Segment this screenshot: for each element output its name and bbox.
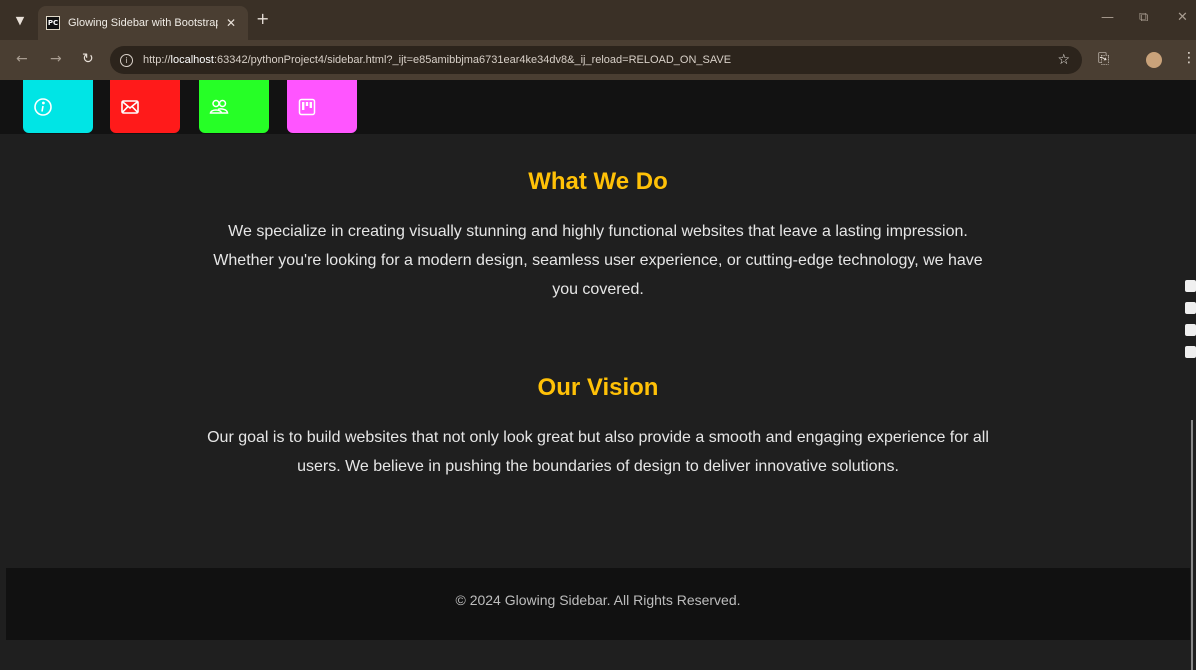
site-info-icon[interactable]: i <box>120 53 133 67</box>
sidebar-kanban-button[interactable] <box>287 80 357 133</box>
tab-search-chevron-icon[interactable]: ▼ <box>9 9 31 31</box>
side-tool-icon[interactable] <box>1185 346 1196 358</box>
back-arrow-icon[interactable]: ← <box>16 51 28 67</box>
new-tab-plus-icon[interactable]: + <box>256 9 269 28</box>
section-text-our-vision: Our goal is to build websites that not o… <box>207 429 989 475</box>
users-icon <box>209 99 229 114</box>
side-tool-icon[interactable] <box>1185 324 1196 336</box>
sidebar-users-button[interactable] <box>199 80 269 133</box>
bookmark-star-icon[interactable]: ☆ <box>1057 52 1070 68</box>
reload-icon[interactable]: ↻ <box>82 51 94 67</box>
browser-toolbar: ← → ↻ i http://localhost:63342/pythonPro… <box>0 40 1196 80</box>
url-text: http://localhost:63342/pythonProject4/si… <box>143 54 732 66</box>
section-title-what-we-do: What We Do <box>528 168 668 195</box>
minimize-icon[interactable]: — <box>1101 10 1114 25</box>
side-tool-icon[interactable] <box>1185 302 1196 314</box>
tab-close-icon[interactable]: ✕ <box>226 16 236 30</box>
restore-icon[interactable]: ⧉ <box>1139 10 1148 25</box>
devtools-side-toolbar <box>1185 280 1196 368</box>
browser-tab[interactable]: PC Glowing Sidebar with Bootstrap ✕ <box>38 6 248 40</box>
extensions-icon[interactable]: ⎘ <box>1098 51 1109 67</box>
tab-title: Glowing Sidebar with Bootstrap <box>68 17 218 29</box>
section-title-our-vision: Our Vision <box>537 374 659 401</box>
browser-menu-icon[interactable]: ⋮ <box>1182 50 1196 66</box>
sidebar-info-button[interactable] <box>23 80 93 133</box>
footer: © 2024 Glowing Sidebar. All Rights Reser… <box>6 568 1190 640</box>
window-close-icon[interactable]: ✕ <box>1177 10 1188 25</box>
profile-avatar[interactable] <box>1146 52 1162 68</box>
section-text-what-we-do: We specialize in creating visually stunn… <box>213 223 983 298</box>
scrollbar[interactable] <box>1191 420 1193 670</box>
forward-arrow-icon[interactable]: → <box>50 51 62 67</box>
pycharm-favicon-icon: PC <box>46 16 60 30</box>
browser-tab-bar: ▼ PC Glowing Sidebar with Bootstrap ✕ + … <box>0 0 1196 40</box>
address-bar[interactable]: i http://localhost:63342/pythonProject4/… <box>110 46 1082 74</box>
info-icon <box>34 97 52 116</box>
sidebar-mail-button[interactable] <box>110 80 180 133</box>
kanban-icon <box>298 98 316 115</box>
page-content: What We Do We specialize in creating vis… <box>0 80 1196 670</box>
footer-copyright: © 2024 Glowing Sidebar. All Rights Reser… <box>455 592 741 608</box>
envelope-icon <box>121 99 139 114</box>
side-tool-icon[interactable] <box>1185 280 1196 292</box>
